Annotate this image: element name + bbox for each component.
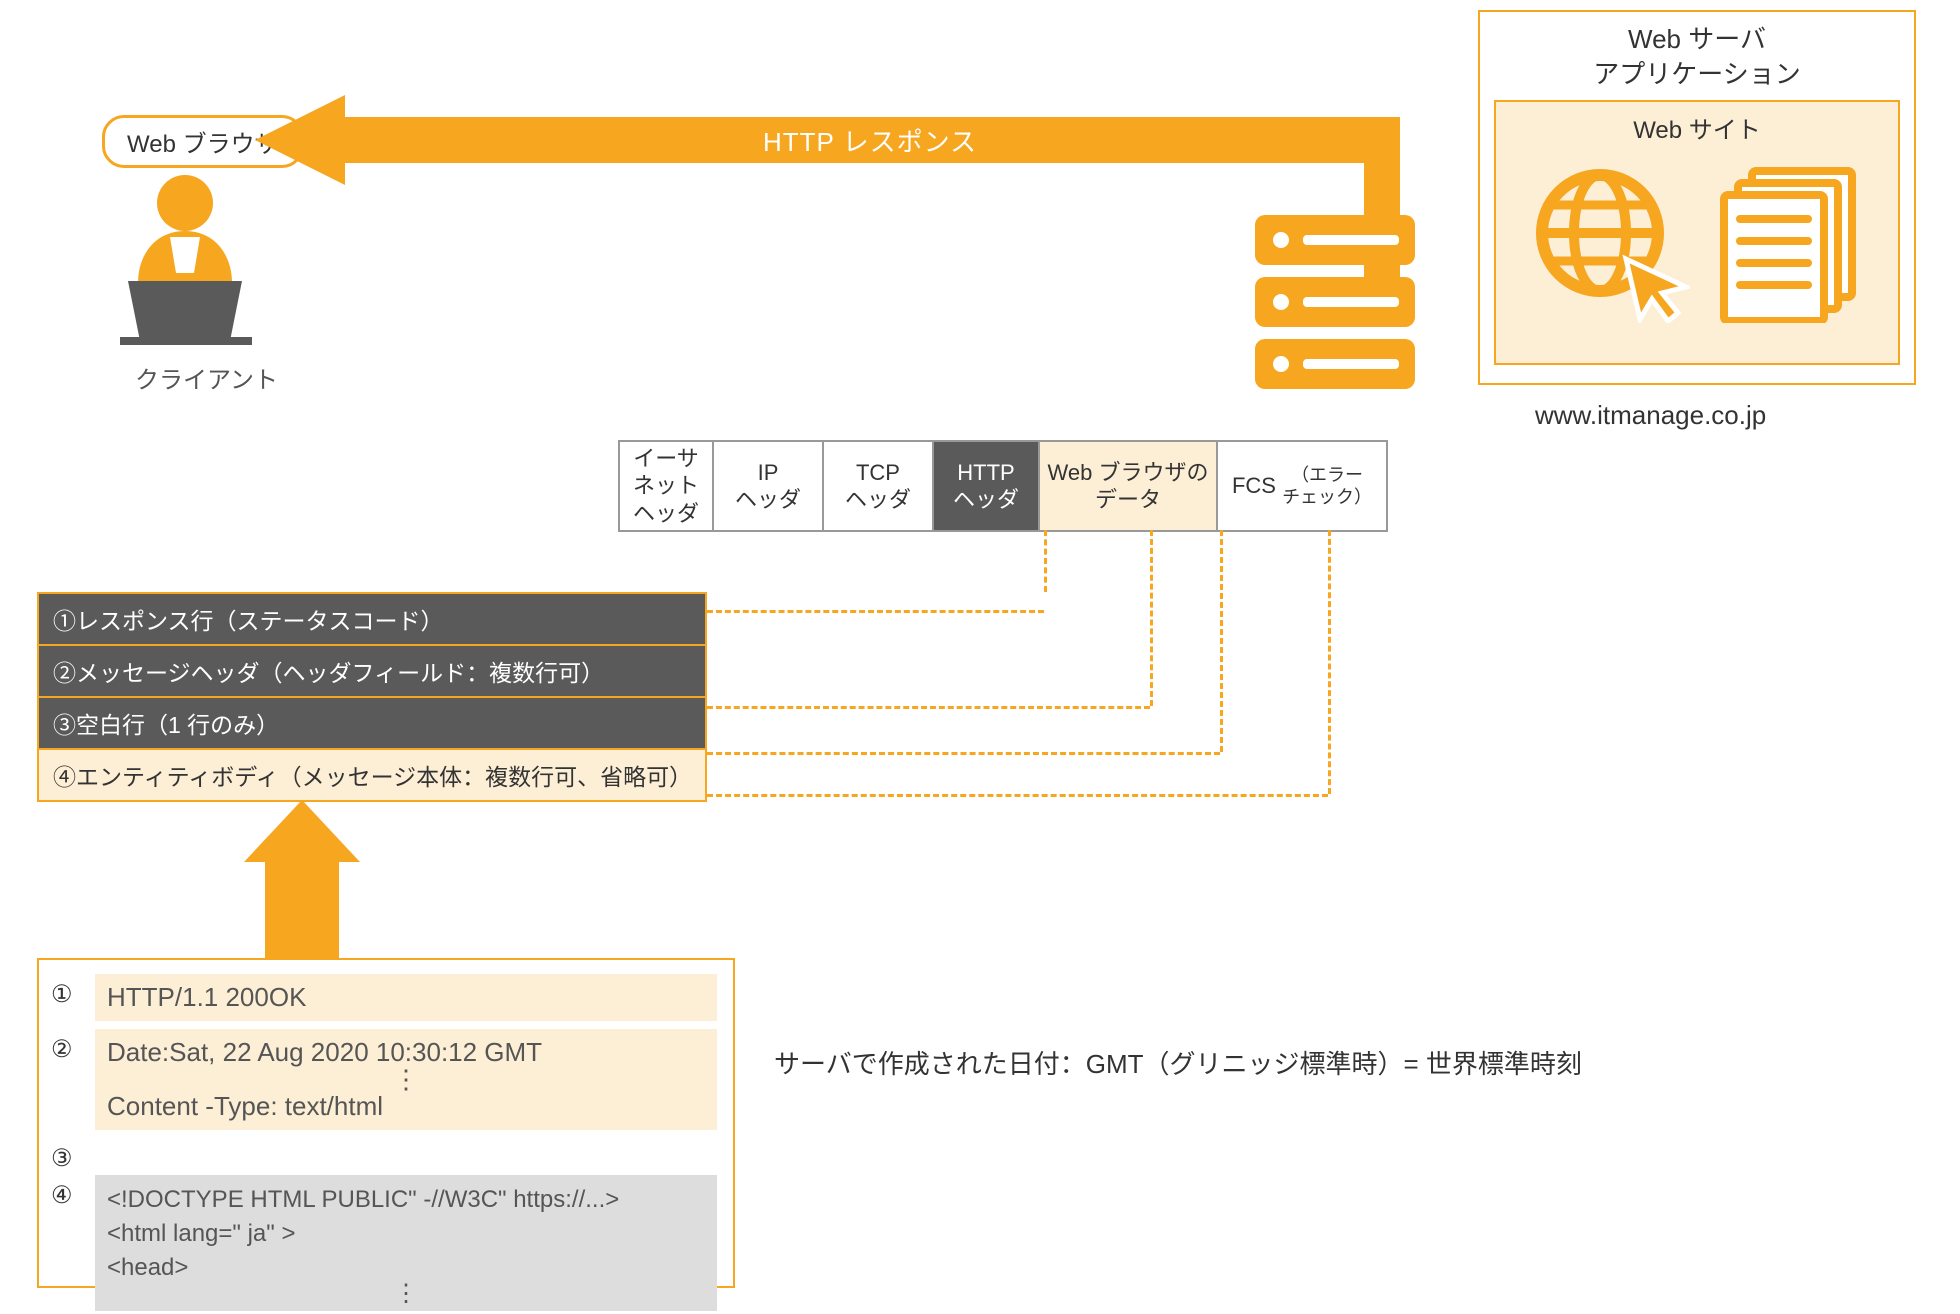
struct-response-line: ①レスポンス行（ステータスコード） (39, 594, 705, 646)
packet-http-header: HTTP ヘッダ (934, 442, 1040, 530)
ex-num-4: ④ (51, 1181, 81, 1311)
domain-label: www.itmanage.co.jp (1535, 400, 1766, 431)
ex-body: <!DOCTYPE HTML PUBLIC" -//W3C" https://.… (95, 1175, 717, 1311)
dash-connector (1044, 530, 1047, 592)
struct-entity-body: ④エンティティボディ（メッセージ本体：複数行可、省略可） (39, 750, 705, 800)
webserver-title-1: Web サーバ (1494, 22, 1900, 57)
dash-connector (1328, 530, 1331, 794)
http-example-box: ① HTTP/1.1 200OK ② Date:Sat, 22 Aug 2020… (37, 958, 735, 1288)
arrow-label: HTTP レスポンス (763, 122, 977, 159)
server-stack-icon (1255, 205, 1415, 405)
ex-num-1: ① (51, 980, 81, 1021)
packet-ethernet-header: イーサ ネット ヘッダ (620, 442, 714, 530)
ex-headers: Date:Sat, 22 Aug 2020 10:30:12 GMT ⋮ Con… (95, 1029, 717, 1130)
dash-connector (707, 752, 1220, 755)
client-label: クライアント (135, 360, 278, 395)
struct-blank-line: ③空白行（1 行のみ） (39, 698, 705, 750)
packet-fcs: FCS （エラー チェック） (1218, 442, 1386, 530)
webserver-title-2: アプリケーション (1494, 57, 1900, 92)
web-server-box: Web サーバ アプリケーション Web サイト (1478, 10, 1916, 385)
website-panel: Web サイト (1494, 100, 1900, 365)
dash-connector (707, 706, 1150, 709)
website-label: Web サイト (1504, 110, 1890, 145)
http-structure-list: ①レスポンス行（ステータスコード） ②メッセージヘッダ（ヘッダフィールド：複数行… (37, 592, 707, 802)
ex-num-3: ③ (51, 1144, 81, 1173)
ex-status-line: HTTP/1.1 200OK (95, 974, 717, 1021)
http-response-arrow: HTTP レスポンス (255, 95, 1400, 185)
documents-icon (1714, 163, 1864, 323)
dash-connector (1150, 530, 1153, 706)
dash-connector (707, 794, 1328, 797)
dash-connector (1220, 530, 1223, 752)
struct-message-header: ②メッセージヘッダ（ヘッダフィールド：複数行可） (39, 646, 705, 698)
example-side-note: サーバで作成された日付：GMT（グリニッジ標準時）= 世界標準時刻 (774, 1044, 1582, 1081)
packet-row: イーサ ネット ヘッダ IP ヘッダ TCP ヘッダ HTTP ヘッダ Web … (618, 440, 1388, 532)
packet-browser-data: Web ブラウザの データ (1040, 442, 1218, 530)
globe-cursor-icon (1530, 163, 1690, 323)
ex-num-2: ② (51, 1035, 81, 1130)
packet-ip-header: IP ヘッダ (714, 442, 824, 530)
dash-connector (707, 610, 1044, 613)
client-person-icon (110, 165, 260, 345)
packet-tcp-header: TCP ヘッダ (824, 442, 934, 530)
up-arrow-icon (265, 800, 339, 958)
